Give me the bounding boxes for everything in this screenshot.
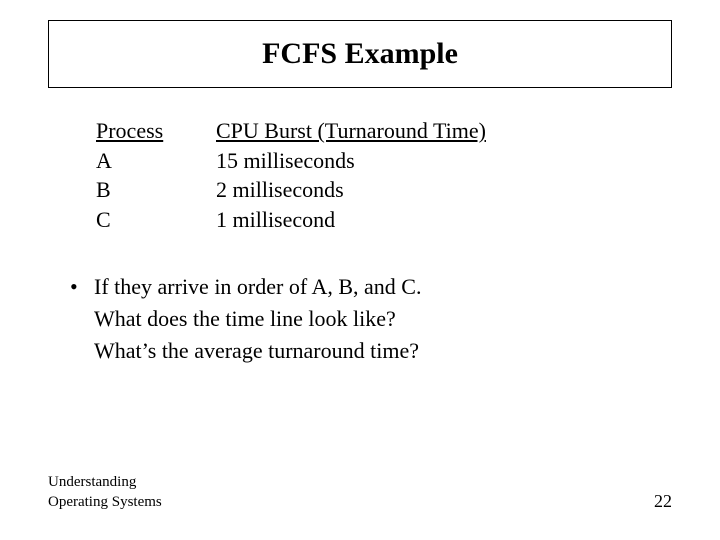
table-row: B 2 milliseconds [96, 175, 672, 205]
cell-process: B [96, 175, 216, 205]
cell-burst: 15 milliseconds [216, 146, 672, 176]
bullet-block: • If they arrive in order of A, B, and C… [70, 271, 672, 367]
footer-source-line: Operating Systems [48, 493, 162, 513]
bullet-line: What’s the average turnaround time? [94, 335, 672, 367]
bullet-body: If they arrive in order of A, B, and C. … [94, 271, 672, 367]
table-row: A 15 milliseconds [96, 146, 672, 176]
bullet-row: • If they arrive in order of A, B, and C… [70, 271, 672, 367]
slide-title: FCFS Example [262, 37, 458, 71]
bullet-marker: • [70, 271, 94, 367]
slide-title-box: FCFS Example [48, 20, 672, 88]
footer-source: Understanding Operating Systems [48, 473, 162, 512]
table-header-row: Process CPU Burst (Turnaround Time) [96, 116, 672, 146]
bullet-line: What does the time line look like? [94, 303, 672, 335]
footer: Understanding Operating Systems 22 [48, 473, 672, 512]
footer-source-line: Understanding [48, 473, 162, 493]
cell-process: A [96, 146, 216, 176]
cell-burst: 2 milliseconds [216, 175, 672, 205]
cell-process: C [96, 205, 216, 235]
header-process: Process [96, 116, 216, 146]
page-number: 22 [654, 491, 672, 512]
header-burst: CPU Burst (Turnaround Time) [216, 116, 672, 146]
table-row: C 1 millisecond [96, 205, 672, 235]
cell-burst: 1 millisecond [216, 205, 672, 235]
process-table: Process CPU Burst (Turnaround Time) A 15… [96, 116, 672, 235]
bullet-line: If they arrive in order of A, B, and C. [94, 271, 672, 303]
